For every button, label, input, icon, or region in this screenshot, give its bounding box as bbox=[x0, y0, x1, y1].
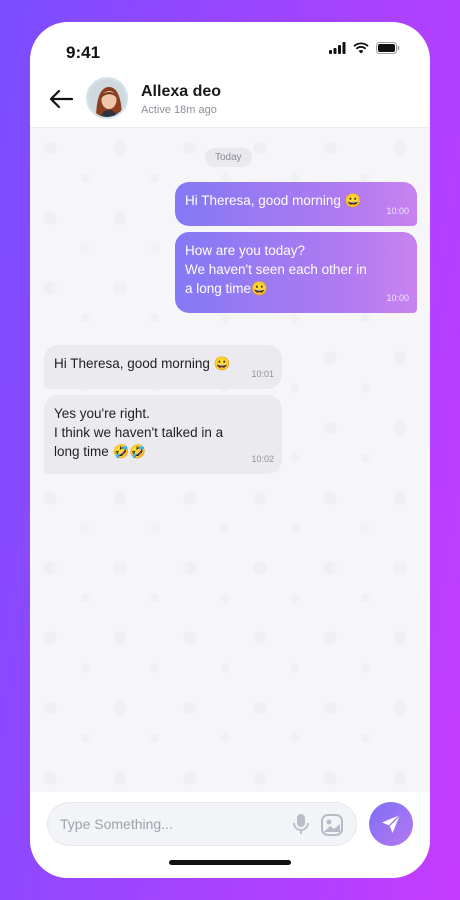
wifi-icon bbox=[353, 41, 369, 59]
gallery-icon[interactable] bbox=[320, 813, 344, 837]
message-text: How are you today? We haven't seen each … bbox=[185, 243, 367, 296]
message-composer: Type Something... bbox=[30, 792, 430, 878]
active-status: Active 18m ago bbox=[141, 104, 217, 116]
status-time: 9:41 bbox=[66, 43, 101, 62]
send-button[interactable] bbox=[369, 802, 413, 846]
message-bubble-outgoing[interactable]: How are you today? We haven't seen each … bbox=[175, 232, 417, 313]
signal-icon bbox=[329, 41, 346, 59]
battery-icon bbox=[376, 41, 400, 59]
chat-header: Allexa deo Active 18m ago bbox=[30, 72, 430, 128]
home-indicator bbox=[169, 860, 291, 865]
message-text: Hi Theresa, good morning 😀 bbox=[185, 193, 362, 208]
message-time: 10:00 bbox=[386, 206, 409, 216]
chat-area: Today Hi Theresa, good morning 😀 10:00 H… bbox=[30, 128, 430, 792]
microphone-icon[interactable] bbox=[292, 813, 310, 835]
message-time: 10:01 bbox=[251, 369, 274, 379]
message-input-placeholder: Type Something... bbox=[60, 816, 173, 832]
phone-frame: 9:41 Allexa deo Active 18m ago Today Hi … bbox=[30, 22, 430, 878]
contact-name: Allexa deo bbox=[141, 83, 222, 100]
avatar[interactable] bbox=[86, 77, 128, 119]
message-input[interactable]: Type Something... bbox=[47, 802, 357, 846]
message-bubble-outgoing[interactable]: Hi Theresa, good morning 😀 10:00 bbox=[175, 182, 417, 226]
send-icon bbox=[382, 814, 401, 833]
message-time: 10:02 bbox=[251, 454, 274, 464]
arrow-left-icon bbox=[49, 89, 74, 109]
back-button[interactable] bbox=[46, 84, 76, 114]
status-icons bbox=[329, 41, 400, 59]
message-time: 10:00 bbox=[386, 293, 409, 303]
day-separator: Today bbox=[205, 148, 252, 167]
message-bubble-incoming[interactable]: Hi Theresa, good morning 😀 10:01 bbox=[44, 345, 282, 389]
message-text: Hi Theresa, good morning 😀 bbox=[54, 356, 231, 371]
message-text: Yes you're right. I think we haven't tal… bbox=[54, 406, 224, 459]
message-bubble-incoming[interactable]: Yes you're right. I think we haven't tal… bbox=[44, 395, 282, 474]
